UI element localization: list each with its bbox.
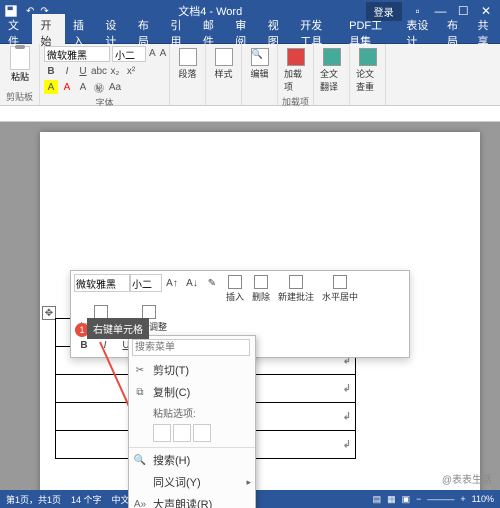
- highlight-icon[interactable]: A: [44, 80, 58, 94]
- view-web-icon[interactable]: ▣: [402, 494, 411, 505]
- mini-font-name[interactable]: [74, 274, 130, 292]
- bold-icon[interactable]: B: [44, 64, 58, 78]
- mini-comment-button[interactable]: 新建批注: [274, 274, 318, 304]
- mini-font-size[interactable]: [130, 274, 162, 292]
- find-icon: 🔍: [251, 48, 269, 66]
- menu-search-input[interactable]: [132, 339, 250, 356]
- mini-grow-icon[interactable]: A↑: [162, 274, 182, 292]
- paste-options-label: 粘贴选项:: [129, 403, 255, 422]
- mini-halign-button[interactable]: 水平居中: [318, 274, 362, 304]
- table-cell[interactable]: ↲: [256, 403, 356, 431]
- menu-readaloud[interactable]: A»大声朗读(R): [129, 493, 255, 508]
- underline-icon[interactable]: U: [76, 64, 90, 78]
- mini-insert-button[interactable]: 插入: [222, 274, 248, 304]
- zoom-out-icon[interactable]: −: [416, 494, 421, 504]
- status-page[interactable]: 第1页，共1页: [6, 493, 61, 506]
- superscript-icon[interactable]: x²: [124, 64, 138, 78]
- view-read-icon[interactable]: ▤: [373, 494, 382, 505]
- italic-icon[interactable]: I: [60, 64, 74, 78]
- editing-button[interactable]: 🔍编辑: [246, 46, 273, 82]
- paste-text-icon[interactable]: [193, 424, 211, 442]
- font-color-icon[interactable]: A: [60, 80, 74, 94]
- context-menu: ✂剪切(T) ⧉复制(C) 粘贴选项: 🔍搜索(H) 同义词(Y)▸ A»大声朗…: [128, 335, 256, 508]
- table-move-handle[interactable]: ✥: [42, 306, 56, 320]
- search-icon: 🔍: [133, 453, 147, 467]
- font-size-select[interactable]: [112, 46, 146, 62]
- copy-icon: ⧉: [133, 385, 147, 399]
- status-words[interactable]: 14 个字: [71, 493, 102, 506]
- font-name-select[interactable]: [44, 46, 110, 62]
- mini-shrink-icon[interactable]: A↓: [182, 274, 202, 292]
- tab-tbldesign[interactable]: 表设计: [398, 14, 439, 52]
- table-cell[interactable]: ↲: [256, 375, 356, 403]
- grow-font-icon[interactable]: A: [148, 46, 157, 60]
- translate-button[interactable]: 全文翻译: [318, 46, 345, 95]
- enclose-icon[interactable]: ㊙: [92, 80, 106, 94]
- paragraph-button[interactable]: 段落: [174, 46, 201, 82]
- styles-button[interactable]: 样式: [210, 46, 237, 82]
- speaker-icon: A»: [133, 497, 147, 508]
- mini-paint-icon[interactable]: ✎: [202, 274, 222, 292]
- cut-icon: ✂: [133, 363, 147, 377]
- table-cell[interactable]: ↲: [256, 431, 356, 459]
- mini-delete-button[interactable]: 删除: [248, 274, 274, 304]
- ruler[interactable]: [0, 106, 500, 122]
- zoom-in-icon[interactable]: +: [460, 494, 465, 504]
- share-button[interactable]: 共享: [472, 14, 500, 52]
- clear-format-icon[interactable]: Aa: [108, 80, 122, 94]
- paste-options: [129, 422, 255, 446]
- zoom-slider[interactable]: ———: [427, 494, 454, 504]
- menu-search[interactable]: 🔍搜索(H): [129, 449, 255, 471]
- paste-label: 粘贴: [11, 70, 29, 83]
- paste-keep-icon[interactable]: [153, 424, 171, 442]
- watermark: @表表生活: [442, 471, 492, 486]
- menu-cut[interactable]: ✂剪切(T): [129, 359, 255, 381]
- char-shading-icon[interactable]: A: [76, 80, 90, 94]
- view-print-icon[interactable]: ▦: [387, 494, 396, 505]
- thesis-button[interactable]: 论文查重: [354, 46, 381, 95]
- subscript-icon[interactable]: x₂: [108, 64, 122, 78]
- strike-icon[interactable]: abc: [92, 64, 106, 78]
- menu-copy[interactable]: ⧉复制(C): [129, 381, 255, 403]
- shrink-font-icon[interactable]: A: [159, 46, 168, 60]
- menu-synonym[interactable]: 同义词(Y)▸: [129, 471, 255, 493]
- annotation-1: 1右键单元格: [75, 318, 149, 339]
- paste-merge-icon[interactable]: [173, 424, 191, 442]
- zoom-level[interactable]: 110%: [472, 494, 494, 504]
- clipboard-group: 剪贴板: [4, 90, 35, 103]
- addins-button[interactable]: 加载项: [282, 46, 309, 95]
- tab-tbllayout[interactable]: 布局: [439, 14, 471, 52]
- paste-icon[interactable]: [10, 46, 30, 70]
